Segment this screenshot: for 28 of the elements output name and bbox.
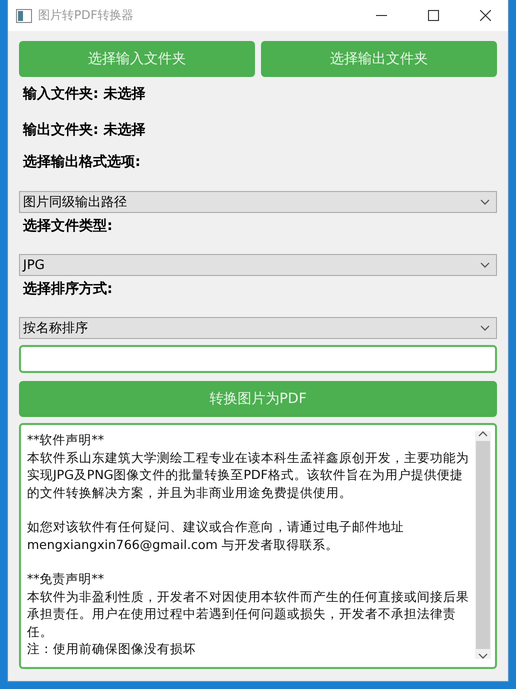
minimize-icon	[376, 14, 386, 16]
notice-paragraph: 本软件系山东建筑大学测绘工程专业在读本科生孟祥鑫原创开发，主要功能为实现JPG及PNG图像文件的批量转换至PDF格式。该软件旨在为用户提供便捷的文件转换解决方案，并且为非商业用途免费提供使用。	[27, 448, 469, 501]
maximize-icon	[428, 10, 438, 21]
notice-paragraph: mengxiangxin766@gmail.com 与开发者取得联系。	[27, 536, 340, 553]
notice-paragraph: 注：使用前确保图像没有损坏	[27, 640, 197, 658]
option-label: 选择输出格式选项:	[23, 153, 141, 171]
app-icon	[16, 8, 32, 22]
option-label: 选择文件类型:	[23, 217, 113, 235]
dropdown[interactable]: JPG	[19, 254, 497, 276]
scrollbar[interactable]	[475, 431, 491, 659]
notice-paragraph: 如您对该软件有任何疑问、建议或合作意向，请通过电子邮件地址	[27, 518, 405, 536]
notice-text-area[interactable]	[19, 423, 497, 669]
scroll-up-icon	[478, 431, 488, 437]
notice-paragraph: **软件声明**	[27, 431, 105, 448]
option-label: 选择排序方式:	[23, 280, 113, 298]
window-title: 图片转PDF转换器	[38, 7, 134, 24]
chevron-down-icon	[480, 325, 490, 331]
close-icon	[480, 10, 490, 21]
folder-status: 输出文件夹: 未选择	[23, 121, 146, 139]
input-field[interactable]	[19, 345, 497, 373]
dropdown[interactable]: 图片同级输出路径	[19, 191, 497, 213]
notice-paragraph: **免责声明**	[27, 570, 105, 588]
folder-status: 输入文件夹: 未选择	[23, 85, 146, 103]
chevron-down-icon	[480, 262, 490, 268]
dropdown[interactable]: 按名称排序	[19, 317, 497, 339]
notice-paragraph: 本软件为非盈利性质，开发者不对因使用本软件而产生的任何直接或间接后果承担责任。用户在使用过程中若遇到任何问题或损失，开发者不承担法律责任。	[27, 588, 469, 640]
chevron-down-icon	[480, 199, 490, 205]
scroll-down-icon	[478, 653, 488, 659]
